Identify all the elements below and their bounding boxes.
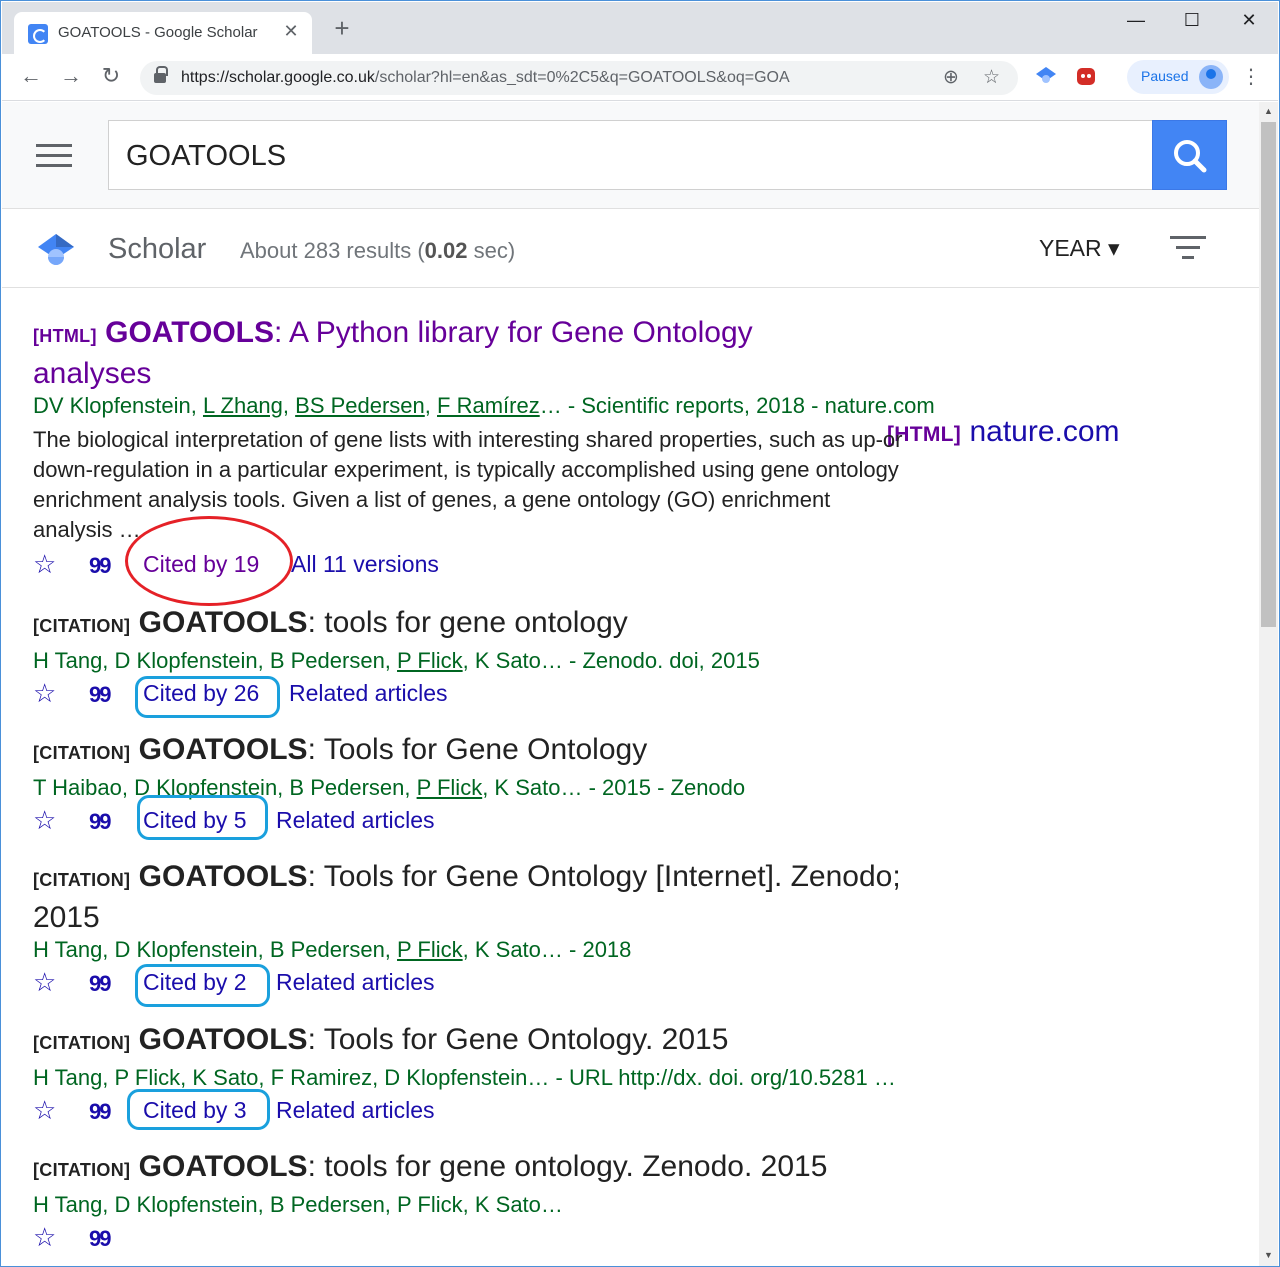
reload-icon[interactable]: ↻ (96, 63, 126, 89)
author-link[interactable]: BS Pedersen (295, 393, 425, 418)
filter-icon[interactable] (1170, 236, 1206, 262)
scholar-page: GOATOOLS Scholar About 283 results (0.02… (2, 102, 1259, 1266)
browser-window: GOATOOLS - Google Scholar ✕ + — ☐ ✕ ← → … (0, 0, 1280, 1267)
browser-toolbar: ← → ↻ https://scholar.google.co.uk/schol… (2, 54, 1278, 101)
hamburger-icon[interactable] (36, 144, 72, 168)
results-header: Scholar About 283 results (0.02 sec) YEA… (2, 210, 1259, 288)
browser-menu-icon[interactable]: ⋮ (1241, 64, 1261, 89)
forward-icon[interactable]: → (56, 63, 86, 89)
cite-quote-icon[interactable]: 99 (89, 682, 112, 708)
author-text: H Tang, D Klopfenstein, B Pedersen, (33, 937, 398, 962)
blue-highlight-box (137, 795, 268, 840)
result-authors-2: H Tang, D Klopfenstein, B Pedersen, P Fl… (33, 648, 760, 674)
save-star-icon[interactable]: ☆ (33, 1095, 56, 1126)
result-actions-5: ☆ 99 Cited by 3 Related articles (33, 1095, 633, 1129)
result-title-5[interactable]: [CITATION] GOATOOLS: Tools for Gene Onto… (33, 1021, 728, 1062)
author-text: DV Klopfenstein, (33, 393, 203, 418)
maximize-icon[interactable]: ☐ (1177, 10, 1207, 31)
scroll-down-icon[interactable]: ▼ (1264, 1250, 1273, 1260)
cite-quote-icon[interactable]: 99 (89, 1226, 112, 1252)
author-text: , (424, 393, 438, 418)
red-highlight-circle (125, 516, 293, 606)
result-actions-6: ☆ 99 (33, 1222, 333, 1256)
search-icon (1174, 140, 1207, 173)
search-header: GOATOOLS (2, 102, 1259, 209)
blue-highlight-box (127, 1089, 270, 1130)
author-text: H Tang, D Klopfenstein, B Pedersen, P Fl… (33, 1192, 563, 1217)
related-articles-link[interactable]: Related articles (276, 969, 435, 996)
result-title-4[interactable]: [CITATION] GOATOOLS: Tools for Gene Onto… (33, 858, 901, 936)
zoom-icon[interactable]: ⊕ (943, 66, 959, 89)
author-text: , K Sato… - Zenodo. doi, 2015 (462, 648, 760, 673)
cite-quote-icon[interactable]: 99 (89, 809, 112, 835)
back-icon[interactable]: ← (16, 63, 46, 89)
result-title-3[interactable]: [CITATION] GOATOOLS: Tools for Gene Onto… (33, 731, 647, 772)
save-star-icon[interactable]: ☆ (33, 1222, 56, 1253)
scholar-title[interactable]: Scholar (108, 233, 206, 266)
result-title-1[interactable]: [HTML] GOATOOLS: A Python library for Ge… (33, 314, 753, 392)
result-authors-6: H Tang, D Klopfenstein, B Pedersen, P Fl… (33, 1192, 563, 1218)
bookmark-star-icon[interactable]: ☆ (983, 66, 1000, 89)
author-link[interactable]: P Flick (397, 648, 463, 673)
minimize-icon[interactable]: — (1121, 10, 1151, 31)
result-authors-1: DV Klopfenstein, L Zhang, BS Pedersen, F… (33, 393, 935, 419)
result-authors-5: H Tang, P Flick, K Sato, F Ramirez, D Kl… (33, 1065, 896, 1091)
profile-button[interactable]: Paused (1127, 60, 1229, 94)
author-text: , K Sato… - 2015 - Zenodo (482, 775, 746, 800)
scholar-favicon-icon (28, 24, 48, 44)
author-text: , (282, 393, 296, 418)
result-actions-4: ☆ 99 Cited by 2 Related articles (33, 967, 633, 1001)
author-link[interactable]: F Ramírez (437, 393, 540, 418)
browser-tab[interactable]: GOATOOLS - Google Scholar ✕ (14, 12, 312, 55)
all-versions-link[interactable]: All 11 versions (291, 551, 439, 578)
cite-quote-icon[interactable]: 99 (89, 553, 112, 579)
result-actions-1: ☆ 99 Cited by 19 All 11 versions (33, 549, 633, 583)
related-articles-link[interactable]: Related articles (276, 1097, 435, 1124)
address-bar[interactable]: https://scholar.google.co.uk/scholar?hl=… (140, 61, 1018, 95)
year-filter-dropdown[interactable]: YEAR ▾ (1039, 235, 1120, 262)
scrollbar-thumb[interactable] (1261, 122, 1276, 627)
blue-highlight-box (135, 964, 270, 1007)
save-star-icon[interactable]: ☆ (33, 549, 56, 580)
author-link[interactable]: L Zhang (203, 393, 283, 418)
related-articles-link[interactable]: Related articles (289, 680, 448, 707)
tab-title: GOATOOLS - Google Scholar (58, 24, 258, 41)
author-text: … - Scientific reports, 2018 - nature.co… (539, 393, 935, 418)
author-text: H Tang, P Flick, K Sato, F Ramirez, D Kl… (33, 1065, 896, 1090)
blue-highlight-box (135, 676, 280, 718)
avatar-icon (1199, 65, 1223, 89)
author-link[interactable]: P Flick (397, 937, 463, 962)
result-authors-3: T Haibao, D Klopfenstein, B Pedersen, P … (33, 775, 745, 801)
cite-quote-icon[interactable]: 99 (89, 971, 112, 997)
result-authors-4: H Tang, D Klopfenstein, B Pedersen, P Fl… (33, 937, 631, 963)
result-stats: About 283 results (0.02 sec) (240, 238, 516, 263)
result-actions-2: ☆ 99 Cited by 26 Related articles (33, 678, 633, 712)
tab-strip: GOATOOLS - Google Scholar ✕ + — ☐ ✕ (2, 2, 1278, 55)
result-title-2[interactable]: [CITATION] GOATOOLS: tools for gene onto… (33, 604, 628, 645)
search-query[interactable]: GOATOOLS (126, 140, 286, 173)
cite-quote-icon[interactable]: 99 (89, 1099, 112, 1125)
result-title-6[interactable]: [CITATION] GOATOOLS: tools for gene onto… (33, 1148, 827, 1189)
close-window-icon[interactable]: ✕ (1234, 10, 1264, 31)
page-scrollbar[interactable]: ▲ ▼ (1259, 102, 1278, 1266)
author-text: H Tang, D Klopfenstein, B Pedersen, (33, 648, 398, 673)
search-button[interactable] (1152, 120, 1227, 190)
save-star-icon[interactable]: ☆ (33, 805, 56, 836)
search-input[interactable]: GOATOOLS (108, 120, 1153, 190)
profile-status: Paused (1141, 68, 1189, 84)
url-text[interactable]: https://scholar.google.co.uk/scholar?hl=… (181, 69, 790, 87)
lock-icon (154, 66, 168, 84)
tab-close-icon[interactable]: ✕ (280, 21, 302, 42)
scroll-up-icon[interactable]: ▲ (1264, 106, 1273, 116)
new-tab-button[interactable]: + (328, 15, 356, 41)
scholar-logo-icon[interactable] (36, 232, 76, 268)
save-star-icon[interactable]: ☆ (33, 678, 56, 709)
result-actions-3: ☆ 99 Cited by 5 Related articles (33, 805, 633, 839)
scholar-extension-icon[interactable] (1034, 64, 1058, 88)
save-star-icon[interactable]: ☆ (33, 967, 56, 998)
lastpass-extension-icon[interactable] (1074, 64, 1098, 88)
related-articles-link[interactable]: Related articles (276, 807, 435, 834)
author-link[interactable]: P Flick (417, 775, 483, 800)
author-text: , K Sato… - 2018 (462, 937, 632, 962)
